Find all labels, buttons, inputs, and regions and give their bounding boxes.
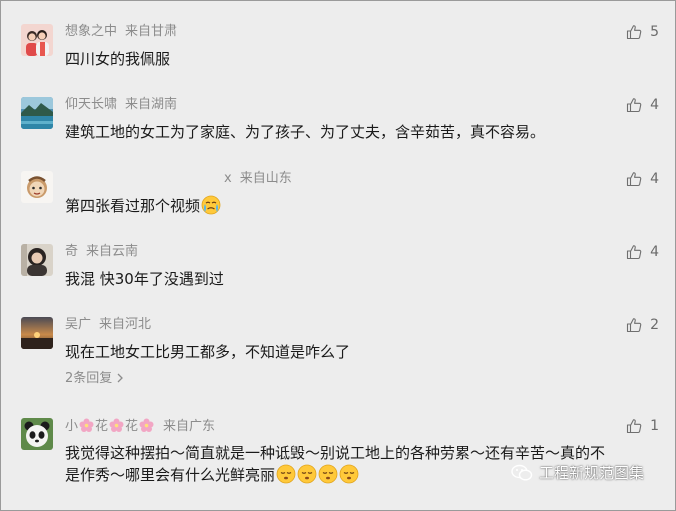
like-count: 4 xyxy=(650,171,659,187)
like-button[interactable]: 5 xyxy=(626,24,659,40)
thumbs-up-icon xyxy=(627,25,642,40)
comment-meta: 奇来自云南 xyxy=(65,244,138,260)
wechat-icon xyxy=(511,464,533,481)
thumbs-up-icon xyxy=(627,318,642,333)
watermark-text: 工程新规范图集 xyxy=(539,464,645,482)
like-count: 2 xyxy=(650,317,659,333)
comment-meta: x 来自山东 xyxy=(224,171,292,187)
location: 来自云南 xyxy=(86,244,139,259)
comment-text: 四川女的我佩服 xyxy=(65,50,171,68)
avatar-cartoon-icon xyxy=(21,171,53,203)
thumbs-up-icon xyxy=(627,245,642,260)
username-part: 小 xyxy=(65,419,79,434)
username[interactable]: 小花花 xyxy=(65,418,155,434)
comment-meta: 吴广 来自河北 xyxy=(65,317,151,333)
like-button[interactable]: 4 xyxy=(626,244,659,260)
comment-meta: 想象之中 来自甘肃 xyxy=(65,24,177,40)
avatar[interactable] xyxy=(21,171,53,203)
username[interactable]: x xyxy=(224,171,232,186)
comment-list: 想象之中 来自甘肃 四川女的我佩服 5 仰天长啸 来自湖南 建筑工地的女工为了家庭、… xyxy=(0,0,676,511)
like-count: 5 xyxy=(650,24,659,40)
watermark: 工程新规范图集 xyxy=(511,462,644,483)
like-count: 4 xyxy=(650,244,659,260)
username[interactable]: 吴广 xyxy=(65,317,91,332)
username[interactable]: 想象之中 xyxy=(65,24,117,39)
like-count: 1 xyxy=(650,418,659,434)
like-count: 4 xyxy=(650,97,659,113)
like-button[interactable]: 2 xyxy=(626,317,659,333)
avatar-panda-icon xyxy=(21,418,53,450)
avatar[interactable] xyxy=(21,97,53,129)
sleepy-emoji-icon xyxy=(318,464,338,490)
like-button[interactable]: 4 xyxy=(626,171,659,187)
avatar[interactable] xyxy=(21,24,53,56)
avatar-couple-icon xyxy=(21,24,53,56)
sleepy-emoji-icon xyxy=(297,464,317,490)
location: 来自广东 xyxy=(163,419,216,434)
sleepy-emoji-icon xyxy=(339,464,359,490)
thumbs-up-icon xyxy=(627,419,642,434)
chevron-right-icon xyxy=(117,373,124,383)
comment-text: 建筑工地的女工为了家庭、为了孩子、为了丈夫，含辛茹苦，真不容易。 xyxy=(65,123,546,141)
username[interactable]: 仰天长啸 xyxy=(65,97,117,112)
comment-meta: 小 花 花 来自广东 xyxy=(65,418,215,438)
thumbs-up-icon xyxy=(627,98,642,113)
flower-icon xyxy=(139,418,154,438)
comment-text-line: 我觉得这种摆拍～简直就是一种诋毁～别说工地上的各种劳累～还有辛苦～真的不 xyxy=(65,444,606,462)
flower-icon xyxy=(109,418,124,438)
sleepy-emoji-icon xyxy=(276,464,296,490)
username-part: 花 xyxy=(95,419,109,434)
comment-text-line-body: 是作秀～哪里会有什么光鲜亮丽 xyxy=(65,466,276,484)
crying-emoji-icon xyxy=(201,195,221,221)
comment-text-body: 第四张看过那个视频 xyxy=(65,197,201,215)
avatar-portrait-icon xyxy=(21,244,53,276)
location: 来自甘肃 xyxy=(125,24,178,39)
replies-link[interactable]: 2条回复 xyxy=(65,367,124,386)
comment-text: 第四张看过那个视频 xyxy=(65,195,625,221)
username-part: 花 xyxy=(125,419,139,434)
flower-icon xyxy=(79,418,94,438)
location: 来自山东 xyxy=(239,171,292,186)
location: 来自河北 xyxy=(99,317,152,332)
comment-meta: 仰天长啸 来自湖南 xyxy=(65,97,177,113)
avatar-sunset-icon xyxy=(21,317,53,349)
avatar[interactable] xyxy=(21,244,53,276)
comment-text: 我混 快30年了没遇到过 xyxy=(65,270,224,288)
like-button[interactable]: 1 xyxy=(626,418,659,434)
avatar-lake-icon xyxy=(21,97,53,129)
username[interactable]: 奇 xyxy=(65,244,78,259)
location: 来自湖南 xyxy=(125,97,178,112)
avatar[interactable] xyxy=(21,418,53,450)
comment-text: 现在工地女工比男工都多，不知道是咋么了 xyxy=(65,343,351,361)
avatar[interactable] xyxy=(21,317,53,349)
thumbs-up-icon xyxy=(627,172,642,187)
replies-count: 2条回复 xyxy=(65,371,113,386)
like-button[interactable]: 4 xyxy=(626,97,659,113)
